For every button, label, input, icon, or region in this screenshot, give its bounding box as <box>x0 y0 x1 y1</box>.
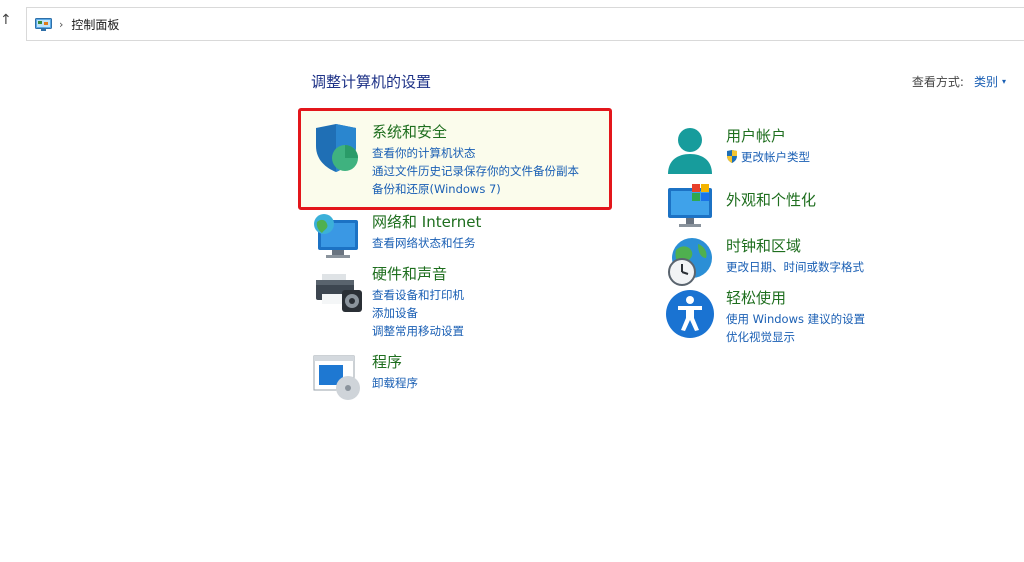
network-globe-icon[interactable] <box>312 212 364 264</box>
breadcrumb-control-panel[interactable]: 控制面板 <box>71 16 119 33</box>
view-by-dropdown[interactable]: 类别 <box>974 73 998 90</box>
category-title[interactable]: 系统和安全 <box>372 122 579 142</box>
link-text[interactable]: 更改帐户类型 <box>741 150 810 164</box>
link-uninstall-program[interactable]: 卸载程序 <box>372 374 418 392</box>
category-system-security: 系统和安全 查看你的计算机状态 通过文件历史记录保存你的文件备份副本 备份和还原… <box>312 122 579 198</box>
category-title[interactable]: 轻松使用 <box>726 288 865 308</box>
link-change-account-type[interactable]: 更改帐户类型 <box>726 148 810 166</box>
link-devices-printers[interactable]: 查看设备和打印机 <box>372 286 464 304</box>
clock-globe-icon[interactable] <box>666 236 718 288</box>
printer-icon[interactable] <box>312 264 364 316</box>
category-title[interactable]: 外观和个性化 <box>726 190 816 210</box>
category-title[interactable]: 时钟和区域 <box>726 236 864 256</box>
category-title[interactable]: 程序 <box>372 352 418 372</box>
category-programs: 程序 卸载程序 <box>312 352 418 404</box>
link-mobility-settings[interactable]: 调整常用移动设置 <box>372 322 464 340</box>
chevron-down-icon[interactable]: ▾ <box>1002 77 1006 86</box>
page-title: 调整计算机的设置 <box>311 73 432 91</box>
view-by: 查看方式: 类别 ▾ <box>912 73 1006 90</box>
uac-shield-icon <box>727 150 737 163</box>
category-hardware: 硬件和声音 查看设备和打印机 添加设备 调整常用移动设置 <box>312 264 464 340</box>
accessibility-icon[interactable] <box>666 288 718 340</box>
programs-icon[interactable] <box>312 352 364 404</box>
category-network: 网络和 Internet 查看网络状态和任务 <box>312 212 481 264</box>
category-title[interactable]: 网络和 Internet <box>372 212 481 232</box>
category-user-accounts: 用户帐户 更改帐户类型 <box>666 126 810 178</box>
category-title[interactable]: 硬件和声音 <box>372 264 464 284</box>
category-title[interactable]: 用户帐户 <box>726 126 810 146</box>
user-icon[interactable] <box>666 126 718 178</box>
breadcrumb-separator[interactable]: › <box>59 18 63 31</box>
link-backup-restore[interactable]: 备份和还原(Windows 7) <box>372 180 579 198</box>
link-add-device[interactable]: 添加设备 <box>372 304 464 322</box>
category-ease-of-access: 轻松使用 使用 Windows 建议的设置 优化视觉显示 <box>666 288 865 346</box>
link-network-status[interactable]: 查看网络状态和任务 <box>372 234 481 252</box>
address-bar[interactable]: › 控制面板 <box>26 7 1024 41</box>
view-by-label: 查看方式: <box>911 75 964 89</box>
appearance-monitor-icon[interactable] <box>666 182 718 234</box>
control-panel-icon <box>35 17 52 31</box>
category-clock-region: 时钟和区域 更改日期、时间或数字格式 <box>666 236 864 288</box>
link-change-date-time[interactable]: 更改日期、时间或数字格式 <box>726 258 864 276</box>
link-file-history[interactable]: 通过文件历史记录保存你的文件备份副本 <box>372 162 579 180</box>
category-appearance: 外观和个性化 <box>666 182 816 234</box>
up-arrow-icon[interactable]: ↑ <box>0 12 14 32</box>
link-recommended-settings[interactable]: 使用 Windows 建议的设置 <box>726 310 865 328</box>
link-optimize-visual[interactable]: 优化视觉显示 <box>726 328 865 346</box>
link-view-computer-status[interactable]: 查看你的计算机状态 <box>372 144 579 162</box>
shield-icon[interactable] <box>312 122 364 174</box>
